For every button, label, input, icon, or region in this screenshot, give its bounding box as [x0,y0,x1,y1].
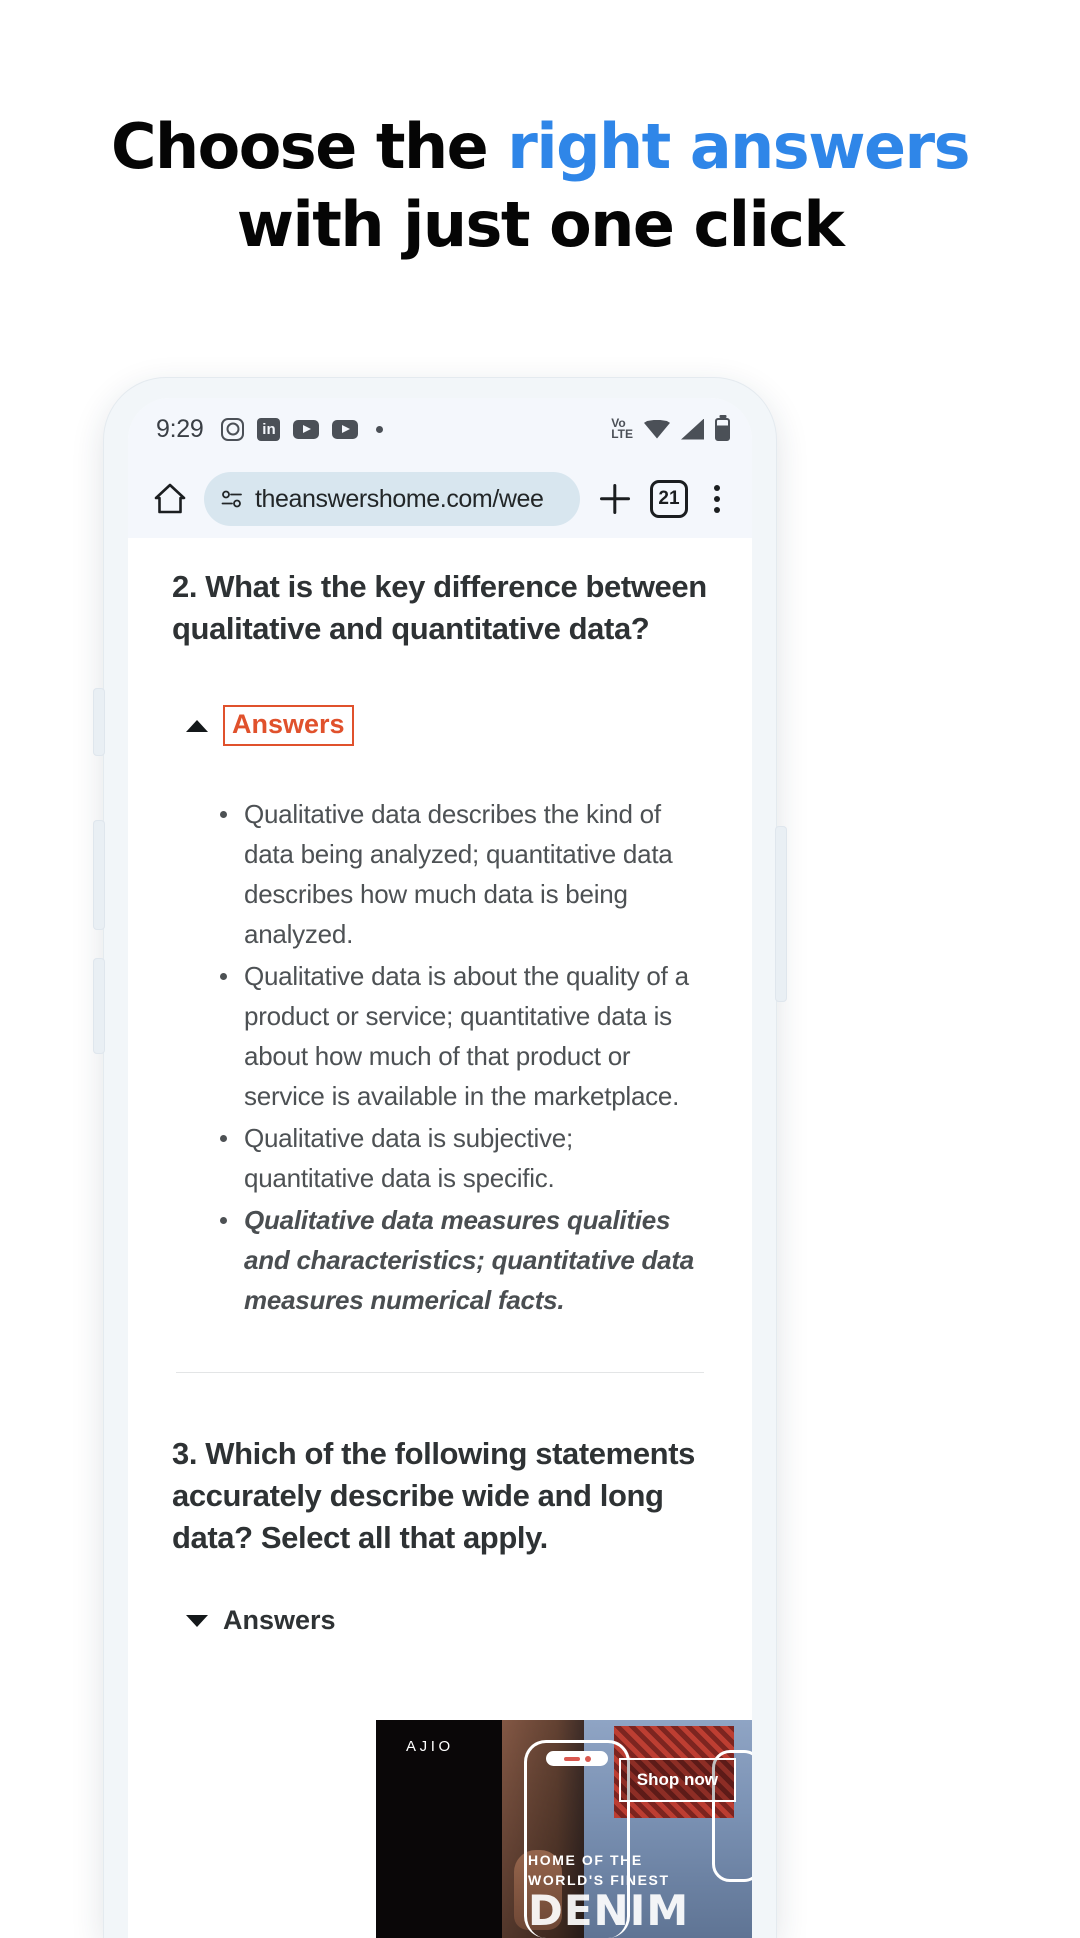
answer-option-correct[interactable]: Qualitative data measures qualities and … [220,1200,708,1320]
status-bar: 9:29 in Vo LTE [128,398,752,460]
ad-phone-notch [546,1751,608,1766]
question-2-answers-label: Answers [223,705,354,746]
side-button-right[interactable] [775,826,787,1002]
phone-screen: 9:29 in Vo LTE theanswershome.com/wee 21… [128,398,752,1938]
phone-mockup: 9:29 in Vo LTE theanswershome.com/wee 21… [93,378,787,1938]
youtube-icon [293,419,320,439]
volte-icon: Vo LTE [611,417,633,441]
web-page-content: 2. What is the key difference between qu… [128,538,752,1938]
signal-icon [681,418,704,440]
plus-icon[interactable] [594,478,636,520]
volte-label-bottom: LTE [611,427,633,441]
power-button[interactable] [93,958,105,1054]
question-3-answers-toggle[interactable]: Answers [186,1605,336,1636]
volume-up-button[interactable] [93,688,105,756]
answer-option[interactable]: Qualitative data is about the quality of… [220,956,708,1116]
youtube-icon [332,419,359,439]
address-bar-url[interactable]: theanswershome.com/wee [255,485,544,514]
wifi-icon [644,419,670,439]
battery-icon [715,417,730,441]
question-3-answers-label: Answers [223,1605,336,1635]
instagram-icon [221,417,245,441]
tab-switcher-button[interactable]: 21 [650,480,688,518]
promo-headline-text-plain: Choose the [110,110,508,183]
volume-down-button[interactable] [93,820,105,930]
chevron-up-icon [186,719,208,732]
chevron-down-icon [186,1614,208,1627]
shop-now-button[interactable]: Shop now [618,1758,736,1802]
answer-option[interactable]: Qualitative data is subjective; quantita… [220,1118,708,1198]
ad-banner[interactable]: × AJIO HOME OF THE WORLD'S FINEST DENIM [376,1720,752,1938]
home-icon[interactable] [150,479,190,519]
question-2-answers-toggle[interactable]: Answers [186,705,354,746]
promo-headline-text-highlight: right answers [507,110,970,183]
promo-headline: Choose the right answers with just one c… [0,0,1080,264]
section-divider [176,1372,704,1373]
status-bar-notification-icons: in [221,417,384,441]
question-2-answer-list: Qualitative data describes the kind of d… [220,794,708,1320]
ad-headline-line-1: HOME OF THE [528,1852,643,1868]
address-bar[interactable]: theanswershome.com/wee [204,472,580,526]
overflow-menu-icon[interactable] [702,485,732,513]
more-notifications-dot-icon [376,425,384,433]
ad-headline-line-3: DENIM [528,1886,690,1935]
ad-brand-name: AJIO [406,1738,454,1755]
site-permissions-icon[interactable] [220,487,244,511]
linkedin-icon: in [257,417,281,441]
browser-toolbar: theanswershome.com/wee 21 [128,460,752,538]
status-bar-system-icons: Vo LTE [611,417,730,441]
promo-headline-line-2: with just one click [236,188,845,261]
promo-headline-line-1: Choose the right answers [0,108,1080,186]
answer-option[interactable]: Qualitative data describes the kind of d… [220,794,708,954]
question-2-title: 2. What is the key difference between qu… [172,569,707,646]
question-3-title: 3. Which of the following statements acc… [172,1436,695,1555]
status-bar-clock: 9:29 [156,414,204,443]
